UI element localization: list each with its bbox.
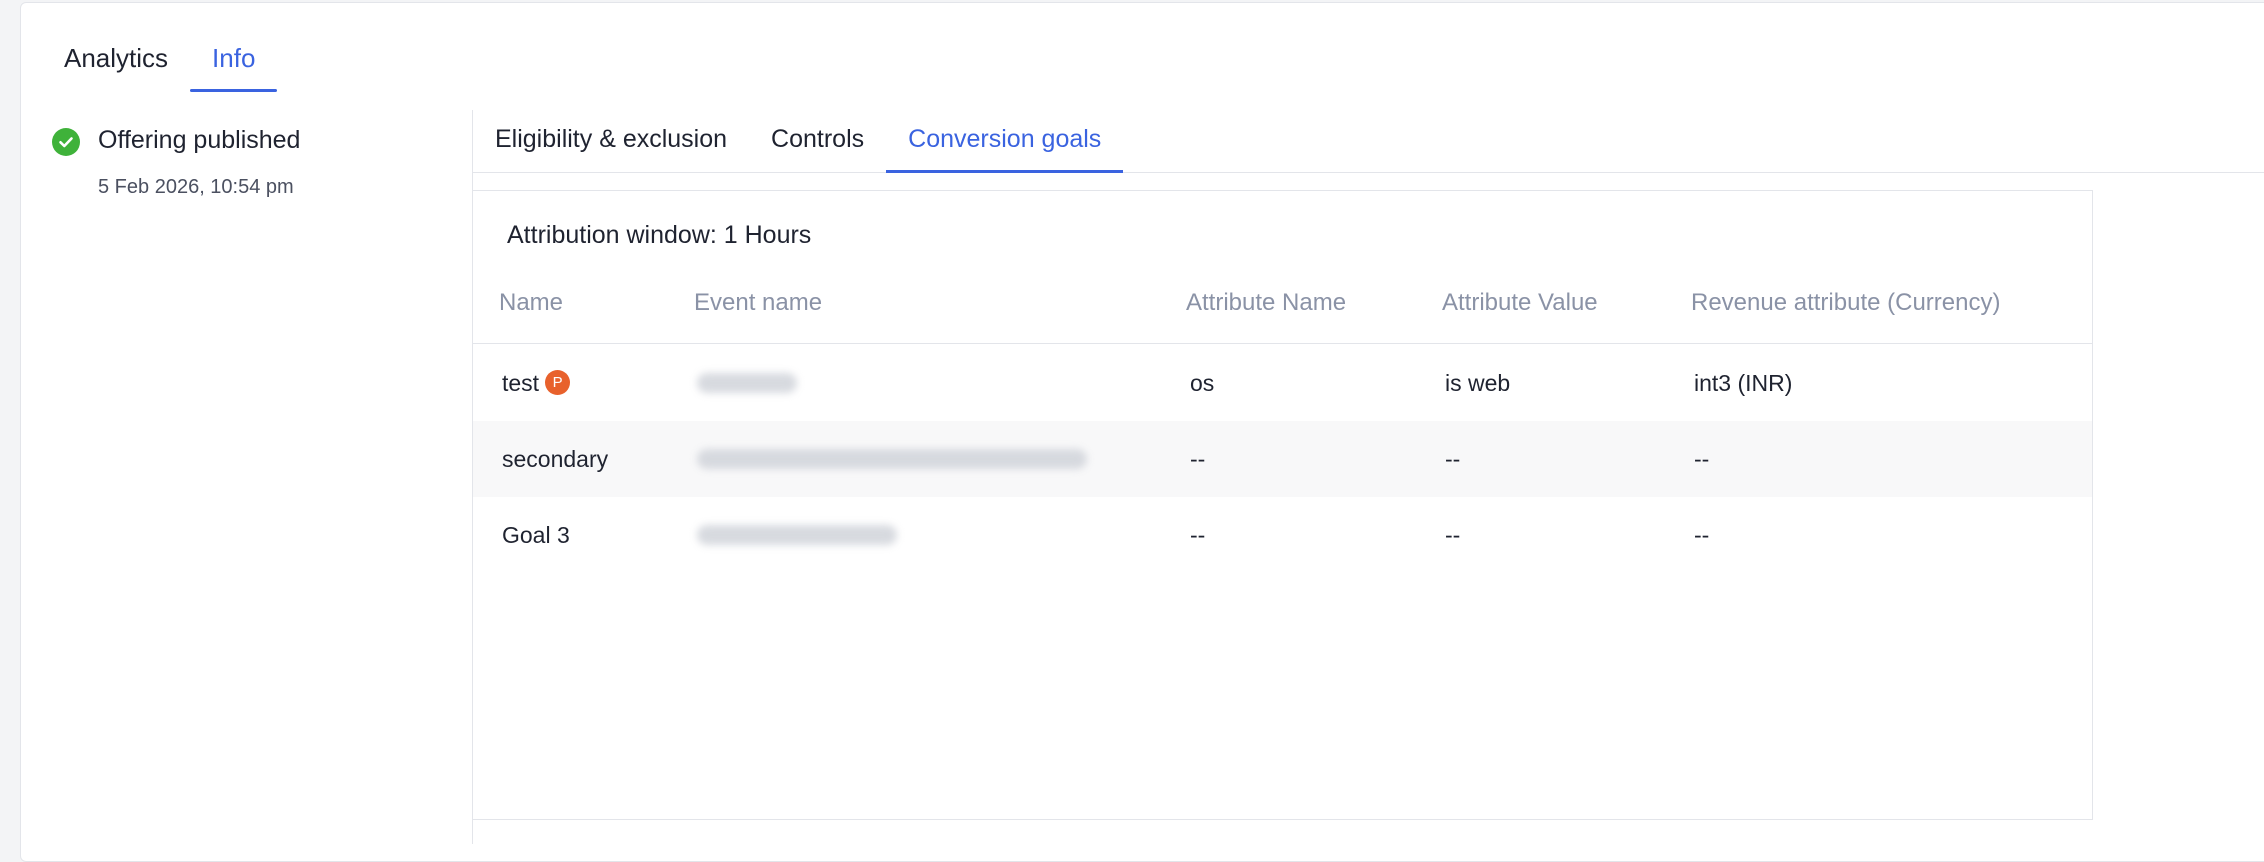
table-row: Goal 3 -- -- --: [473, 497, 2092, 573]
attribution-window: Attribution window: 1 Hours: [507, 221, 812, 249]
column-header-name: Name: [499, 289, 564, 316]
status-timestamp: 5 Feb 2026, 10:54 pm: [98, 176, 294, 198]
table-row: secondary -- -- --: [473, 421, 2092, 497]
check-circle-icon: [52, 128, 80, 156]
table-row: test P os is web int3 (INR): [473, 345, 2092, 421]
column-header-attribute-name: Attribute Name: [1186, 289, 1347, 316]
event-name-redacted: [697, 525, 897, 545]
column-header-revenue-attribute: Revenue attribute (Currency): [1691, 289, 2001, 316]
goal-name: test P: [502, 345, 571, 421]
goal-name-text: test: [502, 370, 540, 396]
column-header-event-name: Event name: [694, 289, 823, 316]
sub-tabs: Eligibility & exclusion Controls Convers…: [473, 110, 2264, 173]
tab-eligibility-exclusion[interactable]: Eligibility & exclusion: [473, 110, 749, 172]
top-tabs: Analytics Info: [42, 40, 278, 92]
goal-name: secondary: [502, 446, 609, 472]
status-title: Offering published: [98, 126, 301, 154]
attribute-value: is web: [1445, 370, 1511, 396]
event-name-redacted: [697, 373, 797, 393]
primary-badge: P: [545, 370, 571, 396]
tab-analytics[interactable]: Analytics: [42, 40, 190, 92]
table-header: Name Event name Attribute Name Attribute…: [473, 287, 2092, 344]
tab-conversion-goals[interactable]: Conversion goals: [886, 110, 1124, 173]
goal-name: Goal 3: [502, 522, 570, 548]
column-header-attribute-value: Attribute Value: [1442, 289, 1598, 316]
event-name-redacted: [697, 449, 1087, 469]
revenue-attribute: --: [1694, 522, 1710, 548]
revenue-attribute: --: [1694, 446, 1710, 472]
attribute-value: --: [1445, 446, 1461, 472]
conversion-goals-card: Attribution window: 1 Hours Name Event n…: [473, 190, 2093, 820]
attribute-name: --: [1190, 446, 1206, 472]
attribute-value: --: [1445, 522, 1461, 548]
revenue-attribute: int3 (INR): [1694, 370, 1793, 396]
tab-controls[interactable]: Controls: [749, 110, 886, 172]
attribute-name: --: [1190, 522, 1206, 548]
attribute-name: os: [1190, 370, 1215, 396]
tab-info[interactable]: Info: [190, 40, 278, 92]
